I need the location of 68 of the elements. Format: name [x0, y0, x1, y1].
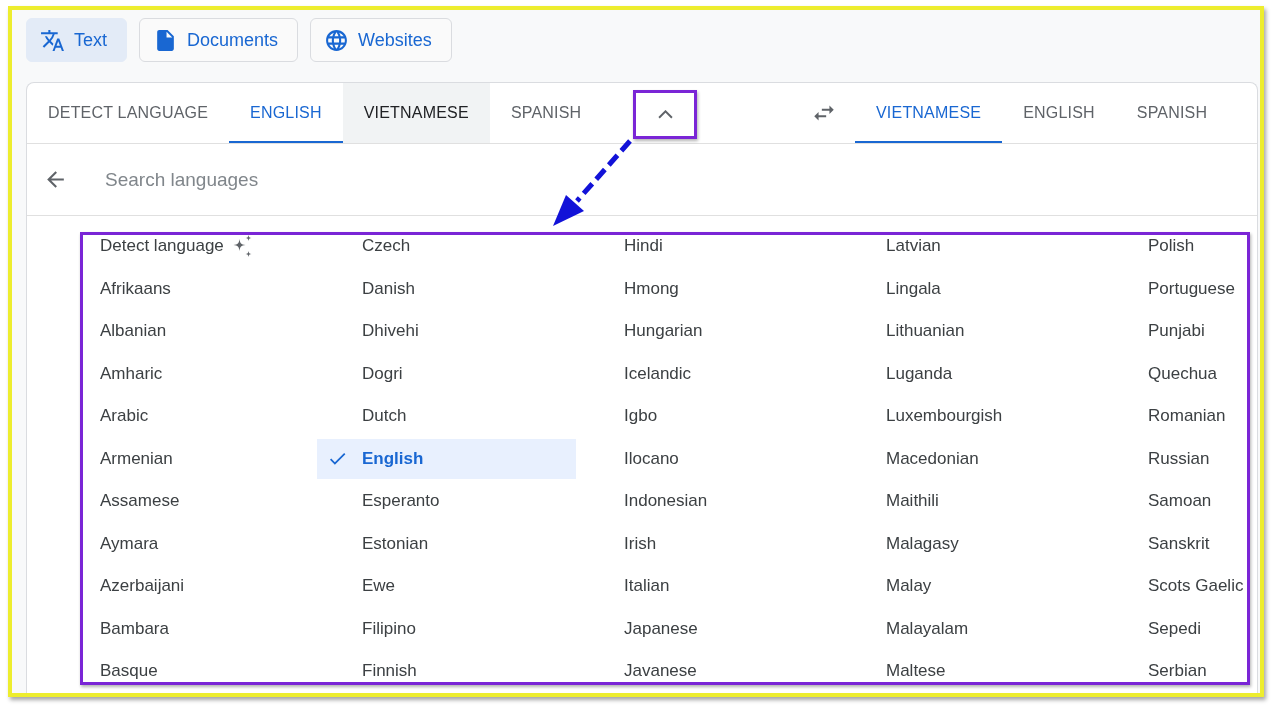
language-tab[interactable]: ENGLISH [1002, 83, 1116, 143]
language-option[interactable]: Basque [55, 651, 314, 691]
language-option[interactable]: Detect language [55, 226, 314, 266]
language-option[interactable]: English [317, 438, 576, 479]
language-option[interactable]: Finnish [317, 651, 576, 691]
language-option[interactable]: Esperanto [317, 481, 576, 521]
language-option[interactable]: Albanian [55, 311, 314, 351]
language-option[interactable]: Malagasy [841, 523, 1100, 564]
language-option[interactable]: Azerbaijani [55, 566, 314, 606]
language-option[interactable]: Hindi [579, 226, 838, 266]
language-option[interactable]: Hungarian [579, 311, 838, 351]
language-option[interactable]: Romanian [1103, 396, 1257, 436]
translate-icon [40, 27, 65, 53]
language-option[interactable]: Japanese [579, 608, 838, 649]
language-option[interactable]: Sepedi [1103, 608, 1257, 649]
language-option[interactable]: Armenian [55, 438, 314, 479]
language-option[interactable]: Afrikaans [55, 268, 314, 309]
language-option[interactable]: Malay [841, 566, 1100, 606]
language-option[interactable]: Punjabi [1103, 311, 1257, 351]
language-option[interactable]: Indonesian [579, 481, 838, 521]
language-option[interactable]: Quechua [1103, 353, 1257, 394]
language-option[interactable]: Lingala [841, 268, 1100, 309]
mode-button[interactable]: Documents [139, 18, 299, 62]
language-option[interactable]: Malayalam [841, 608, 1100, 649]
language-option[interactable]: Scots Gaelic [1103, 566, 1257, 606]
language-option[interactable]: Arabic [55, 396, 314, 436]
language-option[interactable]: Samoan [1103, 481, 1257, 521]
language-option[interactable]: Polish [1103, 226, 1257, 266]
language-option[interactable]: Latvian [841, 226, 1100, 266]
language-tab[interactable]: VIETNAMESE [855, 83, 1003, 143]
language-option[interactable]: Dhivehi [317, 311, 576, 351]
language-option[interactable]: Portuguese [1103, 268, 1257, 309]
globe-icon [324, 27, 350, 53]
language-option[interactable]: Dogri [317, 353, 576, 394]
language-option[interactable]: Irish [579, 523, 838, 564]
search-field[interactable]: Search languages [105, 159, 1257, 200]
language-option[interactable]: Luxembourgish [841, 396, 1100, 436]
language-option[interactable]: Serbian [1103, 651, 1257, 691]
language-tab[interactable]: SPANISH [1115, 83, 1229, 143]
mode-button[interactable]: Websites [310, 18, 452, 62]
language-option[interactable]: Italian [579, 566, 838, 606]
language-tab[interactable]: DETECT LANGUAGE [27, 83, 230, 143]
language-option[interactable]: Maltese [841, 651, 1100, 691]
language-option[interactable]: Bambara [55, 608, 314, 649]
language-option[interactable]: Icelandic [579, 353, 838, 394]
chevron-up-icon [657, 110, 673, 119]
language-option[interactable]: Sanskrit [1103, 523, 1257, 564]
language-option[interactable]: Estonian [317, 523, 576, 564]
language-option[interactable]: Russian [1103, 438, 1257, 479]
language-option[interactable]: Maithili [841, 481, 1100, 521]
language-option[interactable]: Assamese [55, 481, 314, 521]
language-tab[interactable]: SPANISH [489, 83, 603, 143]
language-option[interactable]: Filipino [317, 608, 576, 649]
language-option[interactable]: Luganda [841, 353, 1100, 394]
language-option[interactable]: Czech [317, 226, 576, 266]
language-option[interactable]: Dutch [317, 396, 576, 436]
language-option[interactable]: Danish [317, 268, 576, 309]
language-option[interactable]: Hmong [579, 268, 838, 309]
language-option[interactable]: Macedonian [841, 438, 1100, 479]
language-option[interactable]: Javanese [579, 651, 838, 691]
language-option[interactable]: Ewe [317, 566, 576, 606]
mode-button[interactable]: Text [26, 18, 127, 62]
language-option[interactable]: Igbo [579, 396, 838, 436]
language-tab[interactable]: VIETNAMESE [342, 83, 490, 143]
language-option[interactable]: Lithuanian [841, 311, 1100, 351]
language-option[interactable]: Ilocano [579, 438, 838, 479]
language-option[interactable]: Amharic [55, 353, 314, 394]
language-option[interactable]: Aymara [55, 523, 314, 564]
